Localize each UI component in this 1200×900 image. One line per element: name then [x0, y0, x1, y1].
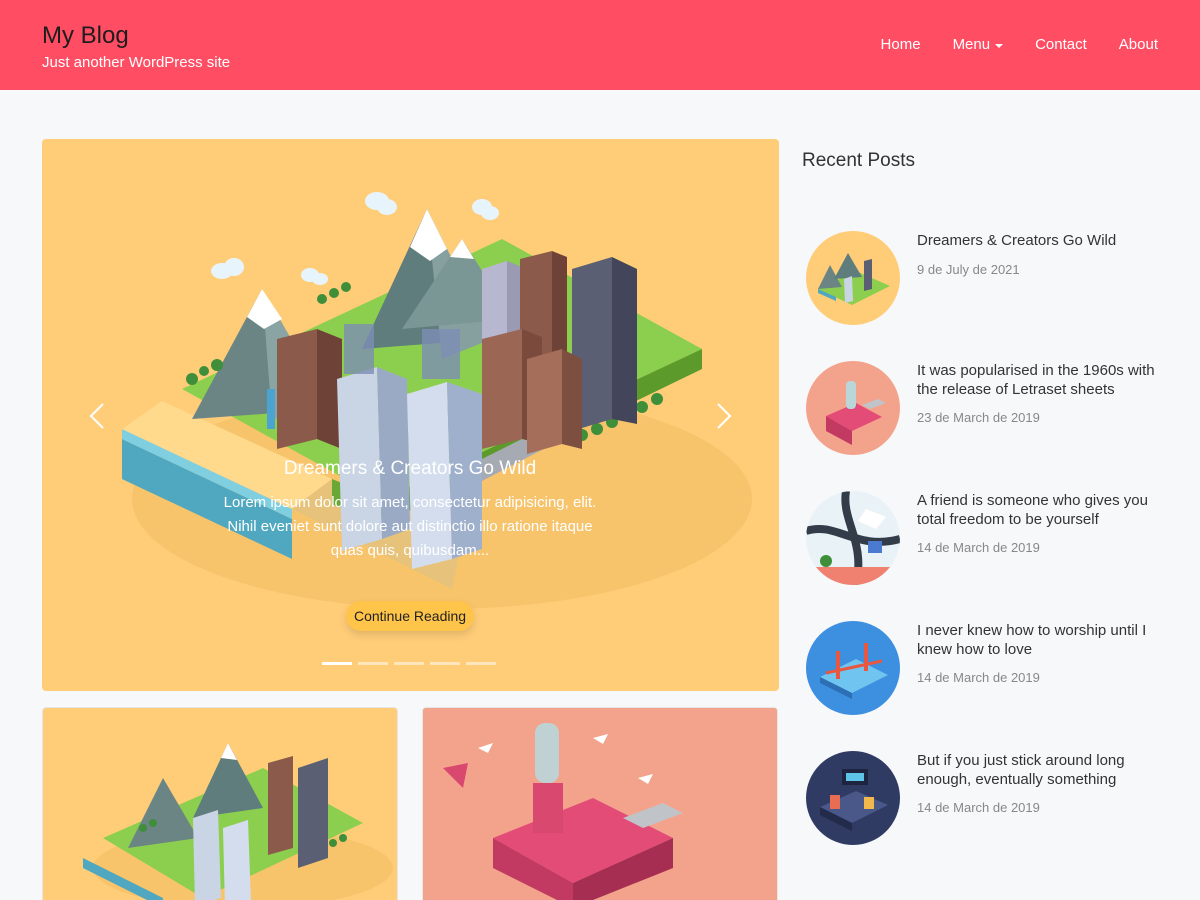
slider-prev-button[interactable]: [82, 401, 112, 431]
slide-indicator-3[interactable]: [394, 662, 424, 665]
recent-post-item: But if you just stick around long enough…: [802, 751, 1162, 851]
road-map-thumbnail-image: [806, 491, 900, 585]
post-date: 14 de March de 2019: [917, 670, 1040, 685]
nav-home-label: Home: [880, 36, 921, 53]
bridge-thumbnail-image: [806, 621, 900, 715]
post-card-image[interactable]: [42, 707, 398, 900]
slide-excerpt: Lorem ipsum dolor sit amet, consectetur …: [223, 494, 597, 559]
recent-post-item: A friend is someone who gives you total …: [802, 491, 1162, 591]
caret-down-icon: [995, 43, 1004, 48]
nav-about-label: About: [1118, 36, 1158, 53]
slide-indicator-4[interactable]: [430, 662, 460, 665]
post-date: 14 de March de 2019: [917, 540, 1040, 555]
continue-reading-button[interactable]: Continue Reading: [346, 601, 474, 631]
main-nav: Home Menu Contact About: [849, 36, 1158, 54]
nav-menu-dropdown[interactable]: Menu: [953, 36, 1004, 54]
post-thumbnail[interactable]: [806, 231, 900, 325]
site-title-link[interactable]: My Blog: [42, 22, 230, 50]
sidebar: Recent Posts Dreamers & Creators Go Wild…: [802, 139, 1162, 845]
site-title: My Blog: [42, 22, 129, 49]
post-title: A friend is someone who gives you total …: [917, 492, 1148, 528]
nav-home[interactable]: Home: [881, 36, 921, 54]
post-thumbnail[interactable]: [806, 751, 900, 845]
site-tagline: Just another WordPress site: [42, 54, 231, 71]
post-title: But if you just stick around long enough…: [917, 752, 1125, 788]
post-thumbnail[interactable]: [806, 491, 900, 585]
slide-indicator-5[interactable]: [466, 662, 496, 665]
recent-post-item: It was popularised in the 1960s with the…: [802, 361, 1162, 461]
post-date: 9 de July de 2021: [917, 262, 1020, 277]
recent-post-item: Dreamers & Creators Go Wild 9 de July de…: [802, 231, 1162, 331]
post-thumbnail[interactable]: [806, 621, 900, 715]
post-title: I never knew how to worship until I knew…: [917, 622, 1147, 658]
nav-about[interactable]: About: [1119, 36, 1158, 54]
isometric-city-thumbnail: [83, 743, 393, 900]
slide-indicator-2[interactable]: [358, 662, 388, 665]
branding: My Blog Just another WordPress site: [42, 22, 230, 72]
slide-indicators: [322, 662, 496, 665]
nav-menu-label: Menu: [952, 36, 991, 53]
nav-contact[interactable]: Contact: [1035, 36, 1087, 54]
post-title: It was popularised in the 1960s with the…: [917, 362, 1155, 398]
slider-next-button[interactable]: [709, 401, 739, 431]
featured-slider: Dreamers & Creators Go Wild Lorem ipsum …: [42, 139, 779, 691]
night-city-thumbnail-image: [806, 751, 900, 845]
nav-contact-label: Contact: [1035, 36, 1087, 53]
chevron-left-icon: [89, 403, 104, 429]
site-header: My Blog Just another WordPress site Home…: [0, 0, 1200, 90]
slide-caption: Dreamers & Creators Go Wild Lorem ipsum …: [210, 457, 610, 563]
recent-posts-title: Recent Posts: [802, 150, 915, 171]
post-date: 14 de March de 2019: [917, 800, 1040, 815]
city-thumbnail-image: [806, 231, 900, 325]
slide-indicator-1[interactable]: [322, 662, 352, 665]
factory-thumbnail-image: [806, 361, 900, 455]
post-thumbnail[interactable]: [806, 361, 900, 455]
isometric-factory-thumbnail: [423, 708, 777, 900]
chevron-right-icon: [717, 403, 732, 429]
slide-title: Dreamers & Creators Go Wild: [283, 458, 537, 479]
recent-post-item: I never knew how to worship until I knew…: [802, 621, 1162, 721]
post-date: 23 de March de 2019: [917, 410, 1040, 425]
post-card-image[interactable]: [422, 707, 778, 900]
post-title: Dreamers & Creators Go Wild: [917, 232, 1117, 249]
